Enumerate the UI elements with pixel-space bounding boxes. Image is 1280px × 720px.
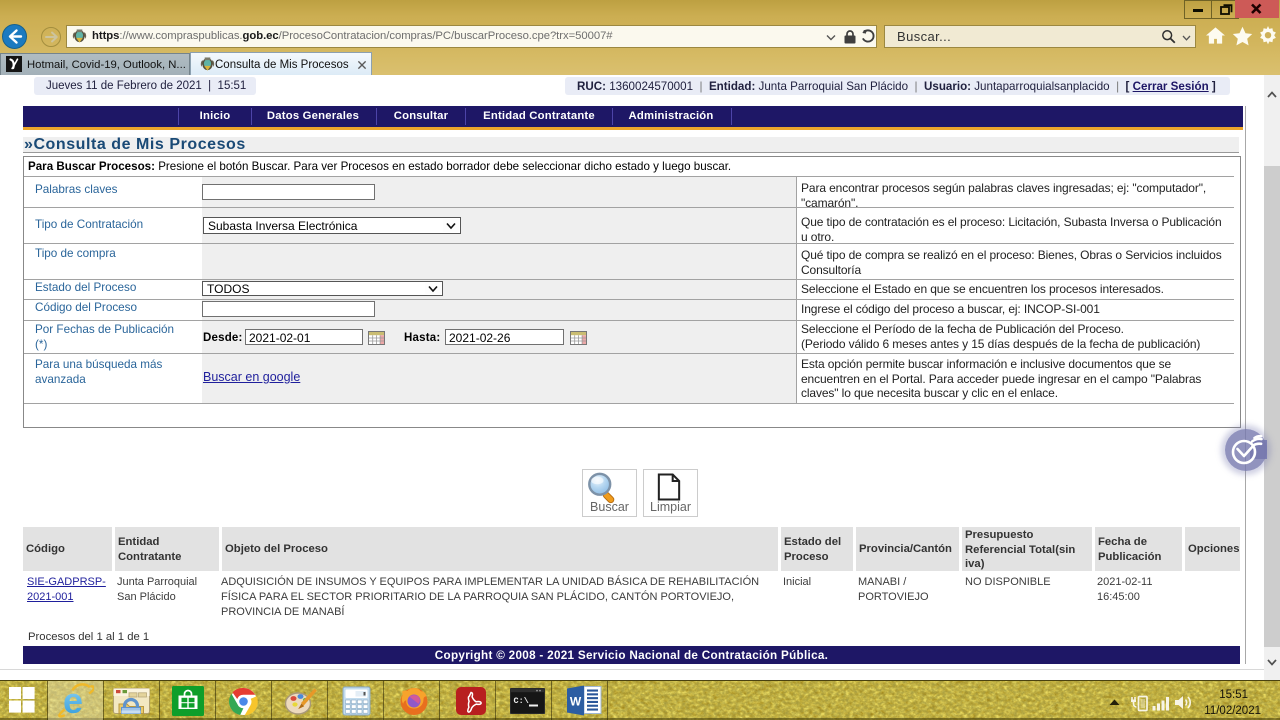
svg-text:W: W [570,695,582,709]
svg-text:C:\: C:\ [514,696,529,706]
